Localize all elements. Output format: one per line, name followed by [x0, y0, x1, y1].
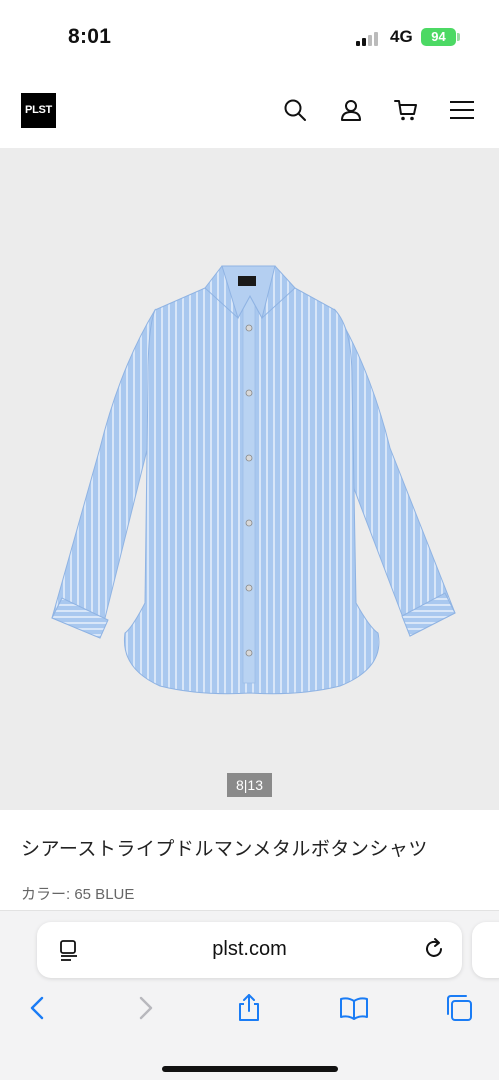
forward-icon[interactable] — [130, 993, 160, 1023]
battery-tip — [457, 33, 460, 41]
product-shirt-image — [51, 265, 456, 695]
tabs-icon[interactable] — [444, 993, 474, 1023]
share-icon[interactable] — [234, 993, 264, 1023]
home-indicator — [162, 1066, 338, 1072]
bookmarks-icon[interactable] — [339, 993, 369, 1023]
menu-icon[interactable] — [449, 97, 475, 123]
cart-icon[interactable] — [393, 97, 419, 123]
url-text[interactable]: plst.com — [37, 938, 462, 961]
plst-logo[interactable]: PLST — [21, 93, 56, 128]
search-icon[interactable] — [282, 97, 308, 123]
site-header: PLST — [0, 70, 499, 148]
network-type: 4G — [390, 27, 413, 46]
account-icon[interactable] — [338, 97, 364, 123]
signal-strength-icon — [356, 30, 382, 46]
status-bar: 8:01 4G 94 — [0, 0, 499, 70]
product-title: シアーストライプドルマンメタルボタンシャツ — [21, 839, 428, 860]
status-time: 8:01 — [68, 25, 112, 48]
battery-indicator: 94 — [421, 28, 456, 46]
address-bar[interactable]: plst.com — [37, 922, 462, 978]
next-tab-preview[interactable] — [472, 922, 499, 978]
image-counter: 8|13 — [227, 773, 272, 797]
back-icon[interactable] — [23, 993, 53, 1023]
product-image-carousel[interactable]: 8|13 — [0, 148, 499, 810]
reload-icon[interactable] — [422, 937, 446, 961]
color-label: カラー: 65 BLUE — [21, 886, 135, 903]
browser-toolbar: plst.com — [0, 910, 499, 1080]
